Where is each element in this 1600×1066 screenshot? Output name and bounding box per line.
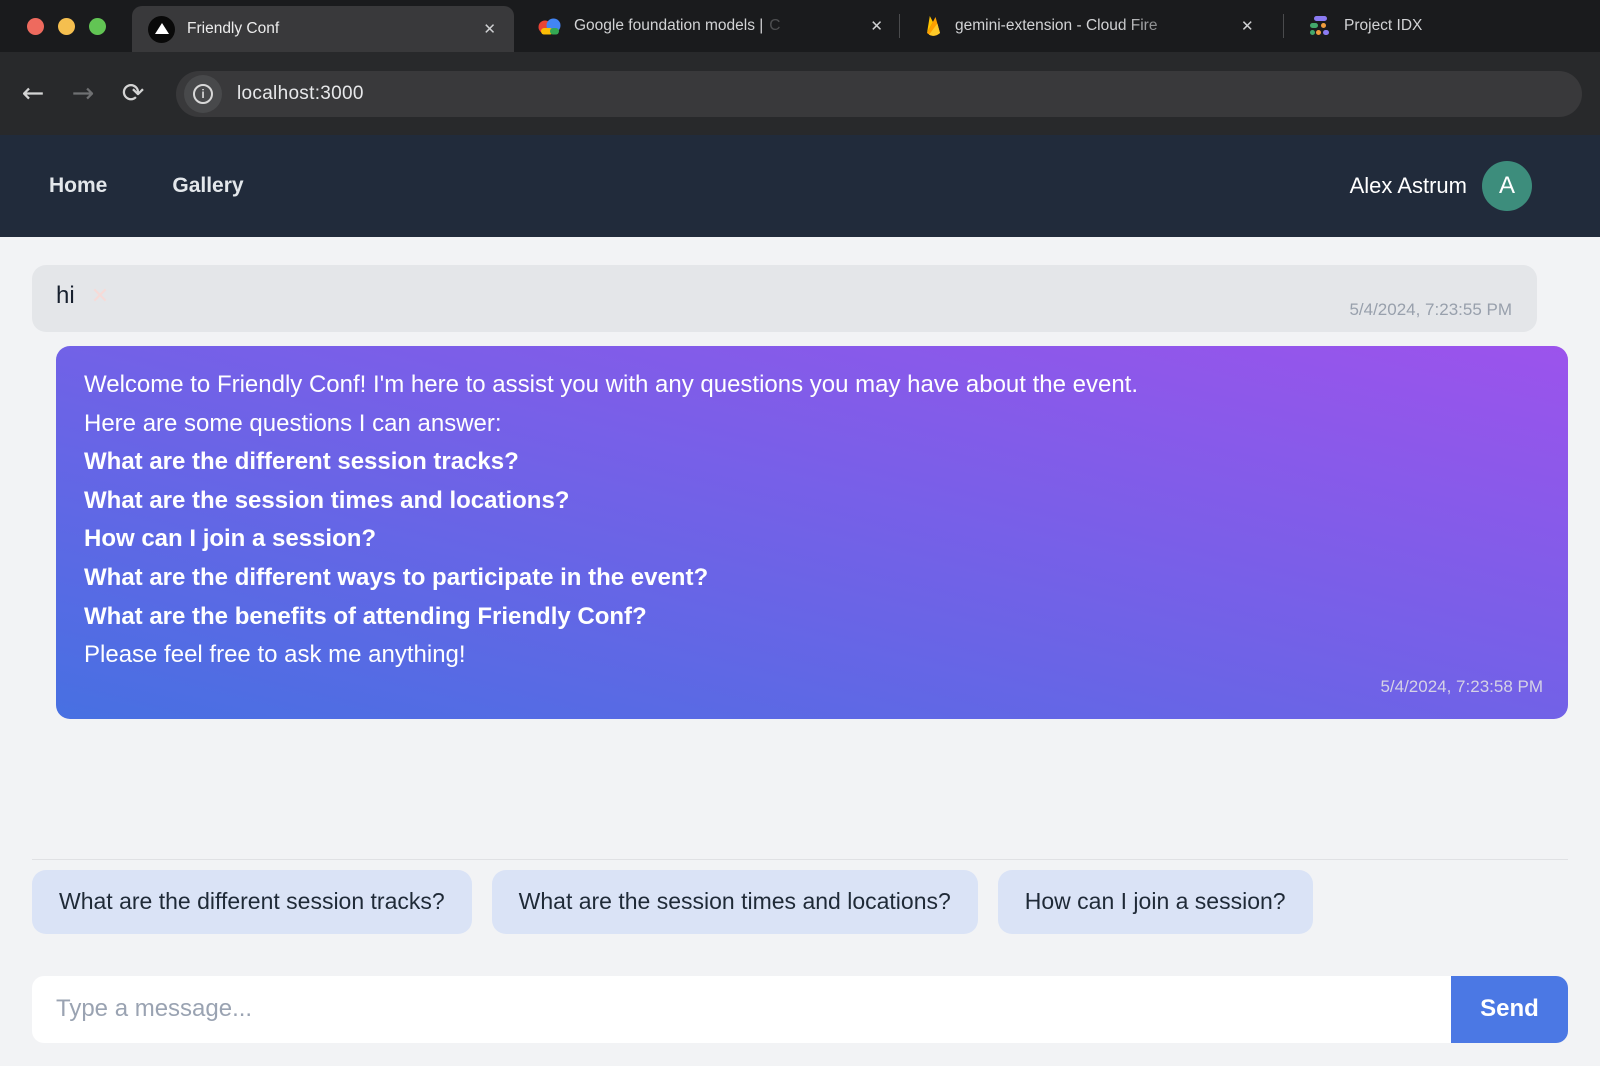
user-message-text: hi bbox=[56, 282, 75, 309]
nav-link-home[interactable]: Home bbox=[49, 174, 107, 198]
project-idx-icon bbox=[1308, 14, 1332, 38]
minimize-window-button[interactable] bbox=[58, 18, 75, 35]
tab-google-foundation-models[interactable]: Google foundation models |C ✕ bbox=[514, 0, 899, 52]
nav-link-gallery[interactable]: Gallery bbox=[172, 174, 243, 198]
url-text[interactable]: localhost:3000 bbox=[237, 83, 364, 105]
suggestions-divider bbox=[32, 859, 1568, 860]
assistant-line: Please feel free to ask me anything! bbox=[84, 636, 1540, 675]
tab-friendly-conf[interactable]: Friendly Conf ✕ bbox=[132, 6, 514, 52]
tab-gemini-extension[interactable]: gemini-extension - Cloud Fire ✕ bbox=[900, 0, 1283, 52]
tab-title: gemini-extension - Cloud Fire bbox=[955, 17, 1227, 35]
message-input-row: Send bbox=[32, 976, 1568, 1043]
message-input[interactable] bbox=[32, 976, 1451, 1043]
message-timestamp: 5/4/2024, 7:23:58 PM bbox=[1380, 668, 1543, 707]
user-name: Alex Astrum bbox=[1350, 173, 1467, 199]
browser-toolbar: ← → ⟳ i localhost:3000 bbox=[0, 52, 1600, 135]
close-tab-icon[interactable]: ✕ bbox=[1239, 17, 1256, 35]
suggestion-chips: What are the different session tracks? W… bbox=[32, 870, 1568, 934]
suggestion-chip-join-session[interactable]: How can I join a session? bbox=[998, 870, 1313, 934]
assistant-line: What are the benefits of attending Frien… bbox=[84, 598, 1540, 637]
address-bar[interactable]: i localhost:3000 bbox=[176, 71, 1582, 117]
suggestion-chip-session-tracks[interactable]: What are the different session tracks? bbox=[32, 870, 472, 934]
assistant-line: What are the session times and locations… bbox=[84, 482, 1540, 521]
firebase-icon bbox=[924, 14, 943, 39]
avatar[interactable]: A bbox=[1482, 161, 1532, 211]
chat-area: hi ✕ 5/4/2024, 7:23:55 PM Welcome to Frie… bbox=[0, 237, 1600, 1066]
back-icon[interactable]: ← bbox=[8, 78, 58, 109]
assistant-line: Welcome to Friendly Conf! I'm here to as… bbox=[84, 366, 1540, 405]
assistant-line: How can I join a session? bbox=[84, 520, 1540, 559]
window-controls bbox=[0, 18, 132, 35]
site-info-icon[interactable]: i bbox=[184, 75, 222, 113]
suggestion-chip-times-locations[interactable]: What are the session times and locations… bbox=[492, 870, 978, 934]
delete-message-icon[interactable]: ✕ bbox=[91, 283, 109, 308]
friendly-conf-favicon bbox=[148, 16, 175, 43]
google-cloud-icon bbox=[538, 18, 562, 35]
app-navbar: Home Gallery Alex Astrum A bbox=[0, 135, 1600, 237]
assistant-line: What are the different ways to participa… bbox=[84, 559, 1540, 598]
reload-icon[interactable]: ⟳ bbox=[108, 78, 158, 109]
truncated-title-fade: C bbox=[769, 17, 780, 34]
tab-title: Friendly Conf bbox=[187, 20, 469, 38]
send-button[interactable]: Send bbox=[1451, 976, 1568, 1043]
browser-tab-strip: Friendly Conf ✕ Google foundation models… bbox=[0, 0, 1600, 52]
close-tab-icon[interactable]: ✕ bbox=[868, 17, 885, 35]
close-tab-icon[interactable]: ✕ bbox=[481, 20, 498, 38]
fullscreen-window-button[interactable] bbox=[89, 18, 106, 35]
tab-title: Google foundation models |C bbox=[574, 17, 856, 35]
close-window-button[interactable] bbox=[27, 18, 44, 35]
tab-project-idx[interactable]: Project IDX bbox=[1284, 0, 1436, 52]
assistant-line: What are the different session tracks? bbox=[84, 443, 1540, 482]
assistant-line: Here are some questions I can answer: bbox=[84, 405, 1540, 444]
tab-title: Project IDX bbox=[1344, 17, 1422, 35]
forward-icon[interactable]: → bbox=[58, 78, 108, 109]
assistant-message-bubble: Welcome to Friendly Conf! I'm here to as… bbox=[56, 346, 1568, 719]
user-message-bubble: hi ✕ 5/4/2024, 7:23:55 PM bbox=[32, 265, 1537, 332]
message-timestamp: 5/4/2024, 7:23:55 PM bbox=[1349, 300, 1512, 320]
